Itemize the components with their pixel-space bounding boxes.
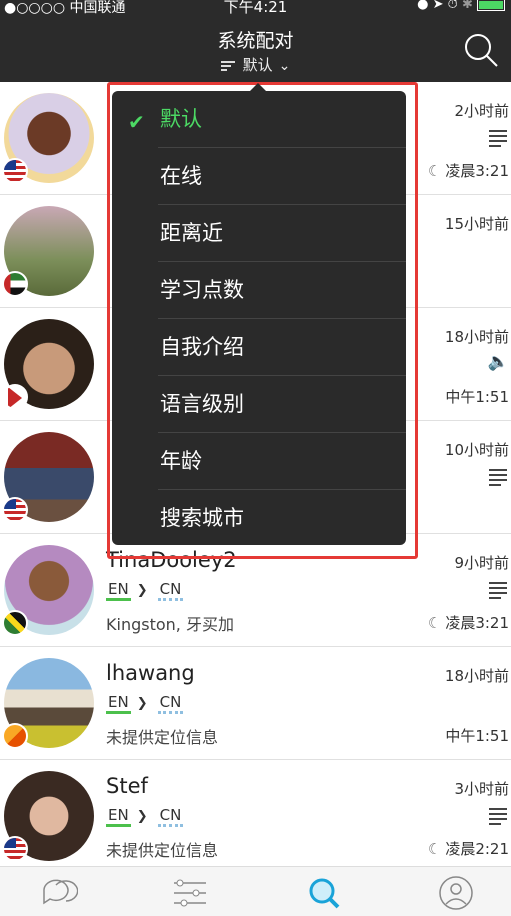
sort-lines-icon (220, 59, 235, 73)
sort-option-intro[interactable]: 自我介绍 (158, 319, 406, 376)
user-name: Stef (106, 774, 148, 798)
last-active: 18小时前 (444, 667, 509, 685)
learning-language: CN (157, 806, 184, 827)
location: 未提供定位信息 (106, 728, 219, 747)
local-time: 中午1:51 (445, 727, 509, 745)
location: 未提供定位信息 (106, 841, 219, 860)
page-title: 系统配对 (217, 30, 294, 52)
native-language: EN (106, 693, 131, 714)
sort-option-distance[interactable]: 距离近 (158, 205, 406, 262)
speaker-icon[interactable]: 🔈 (488, 352, 509, 372)
sort-option-default[interactable]: 默认 (158, 91, 406, 148)
moments-tab-icon[interactable] (170, 875, 210, 911)
note-icon (489, 582, 507, 599)
alarm-icon: ⏱ (447, 0, 458, 12)
list-item[interactable]: Stef EN ❯ CN 未提供定位信息 3小时前 ☾ 凌晨2:21 (0, 760, 511, 873)
nav-bar: 系统配对 默认 ⌄ (0, 14, 511, 82)
chat-tab-icon[interactable] (38, 875, 78, 911)
note-icon (489, 469, 507, 486)
native-language: EN (106, 806, 131, 827)
learning-language: CN (157, 693, 184, 714)
local-time: ☾ 凌晨3:21 (427, 162, 509, 180)
checkmark-icon: ✔ (128, 110, 145, 134)
moon-icon: ☾ (427, 840, 442, 858)
native-language: EN (106, 580, 131, 601)
sort-label: 默认 (242, 56, 273, 74)
search-tab-icon[interactable] (304, 875, 344, 911)
tab-bar (0, 866, 511, 916)
profile-tab-icon[interactable] (436, 875, 476, 911)
learning-language: CN (157, 580, 184, 601)
sort-selector[interactable]: 默认 ⌄ (0, 54, 511, 75)
user-name: lhawang (106, 661, 195, 685)
language-pair: EN ❯ CN (106, 806, 184, 827)
last-active: 9小时前 (454, 554, 509, 572)
language-pair: EN ❯ CN (106, 580, 184, 601)
sort-option-city[interactable]: 搜索城市 (158, 490, 406, 547)
local-time: 中午1:51 (445, 388, 509, 406)
status-icons: ● ➤ ⏱ ✱ (417, 0, 505, 12)
sort-option-age[interactable]: 年龄 (158, 433, 406, 490)
flag-jm-icon (2, 610, 28, 636)
sort-option-points[interactable]: 学习点数 (158, 262, 406, 319)
flag-bt-icon (2, 723, 28, 749)
orientation-lock-icon: ● (417, 0, 429, 12)
last-active: 18小时前 (444, 328, 509, 346)
bluetooth-icon: ✱ (461, 0, 473, 12)
status-bar: ●○○○○ 中国联通 下午4:21 ● ➤ ⏱ ✱ (0, 0, 511, 16)
local-time: ☾ 凌晨3:21 (427, 614, 509, 632)
flag-np-icon (2, 384, 28, 410)
flag-us-icon (2, 158, 28, 184)
last-active: 3小时前 (454, 780, 509, 798)
arrow-icon: ❯ (136, 809, 148, 824)
last-active: 10小时前 (444, 441, 509, 459)
last-active: 15小时前 (444, 215, 509, 233)
location-icon: ➤ (432, 0, 444, 12)
flag-us-icon (2, 497, 28, 523)
arrow-icon: ❯ (136, 696, 148, 711)
moon-icon: ☾ (427, 162, 442, 180)
sort-dropdown-menu: ✔ 默认 在线 距离近 学习点数 自我介绍 语言级别 年龄 搜索城市 (112, 91, 406, 545)
chevron-down-icon: ⌄ (278, 58, 291, 74)
note-icon (489, 808, 507, 825)
dropdown-caret (250, 83, 266, 91)
last-active: 2小时前 (454, 102, 509, 120)
location: Kingston, 牙买加 (106, 615, 234, 634)
note-icon (489, 130, 507, 147)
sort-option-online[interactable]: 在线 (158, 148, 406, 205)
arrow-icon: ❯ (136, 583, 148, 598)
language-pair: EN ❯ CN (106, 693, 184, 714)
flag-ae-icon (2, 271, 28, 297)
battery-icon (477, 0, 505, 11)
moon-icon: ☾ (427, 614, 442, 632)
local-time: ☾ 凌晨2:21 (427, 840, 509, 858)
sort-option-level[interactable]: 语言级别 (158, 376, 406, 433)
list-item[interactable]: lhawang EN ❯ CN 未提供定位信息 18小时前 中午1:51 (0, 647, 511, 760)
flag-us-icon (2, 836, 28, 862)
search-icon[interactable] (463, 32, 499, 68)
